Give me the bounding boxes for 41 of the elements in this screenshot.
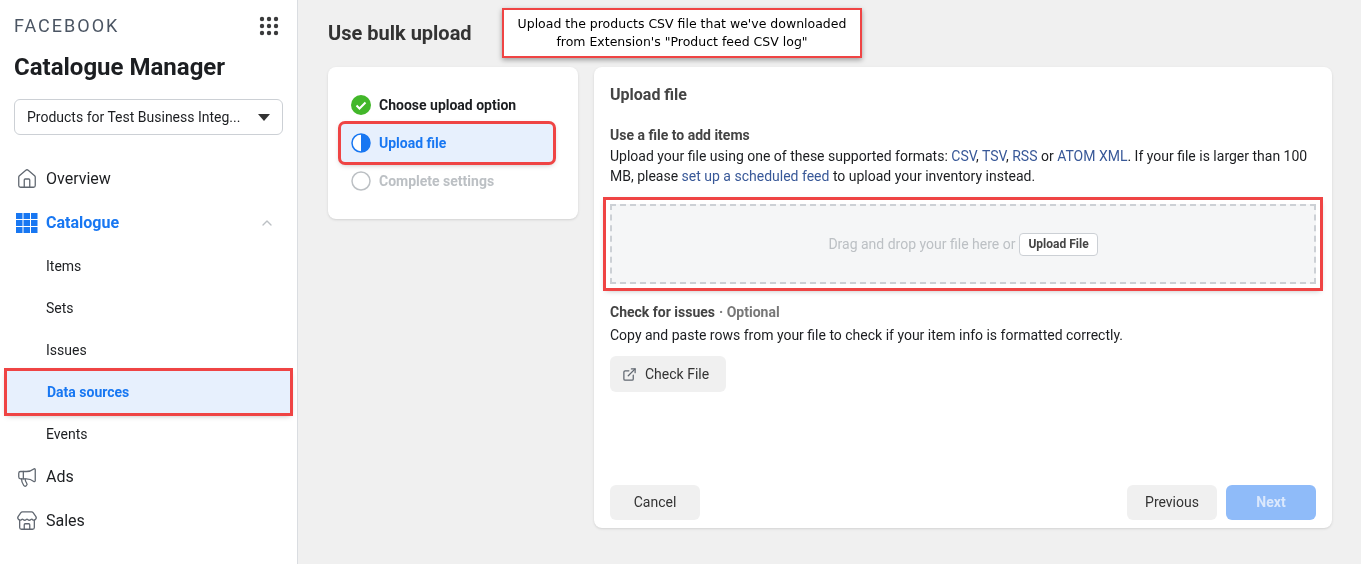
nav-subitem[interactable]: Data sources <box>7 371 290 413</box>
optional-label: · Optional <box>719 303 780 322</box>
annotation-text: from Extension's "Product feed CSV log" <box>556 33 808 51</box>
nav-subitem[interactable]: Sets <box>0 287 297 329</box>
grid-icon <box>16 213 38 233</box>
check-description: Copy and paste rows from your file to check if your item info is formatted correctly. <box>610 326 1124 345</box>
home-icon <box>16 168 38 190</box>
nav-subitem[interactable]: Events <box>0 413 297 455</box>
upload-file-button[interactable]: Upload File <box>1019 232 1098 256</box>
text-link[interactable]: RSS <box>1012 148 1038 164</box>
step-item[interactable]: Upload file <box>341 124 553 162</box>
nav-subitem[interactable]: Issues <box>0 329 297 371</box>
step-item[interactable]: Choose upload option <box>341 86 565 124</box>
text-link[interactable]: set up a scheduled feed <box>681 168 830 184</box>
megaphone-icon <box>16 466 38 488</box>
format-description: Upload your file using one of these supported formats: CSV, TSV, RSS or ATOM XML. If your file is larger than 100 MB, please set up a scheduled feed to upload your inventory instead. <box>610 147 1309 186</box>
brand-logo: FACEBOOK <box>14 14 120 38</box>
store-icon <box>16 510 38 532</box>
catalogue-selector[interactable]: Products for Test Business Integ... <box>14 99 283 135</box>
nav-item[interactable]: Sales <box>0 499 297 543</box>
page-title: Use bulk upload <box>328 20 472 47</box>
nav-subitem[interactable]: Items <box>0 245 297 287</box>
annotation-text: Upload the products CSV file that we've downloaded <box>517 15 847 33</box>
dropzone-text: Drag and drop your file here or <box>828 234 1016 254</box>
check-file-button[interactable]: Check File <box>610 356 726 392</box>
panel-title: Upload file <box>610 84 688 106</box>
cancel-button[interactable]: Cancel <box>610 485 700 520</box>
check-circle-icon <box>351 95 371 115</box>
app-title: Catalogue Manager <box>13 52 227 83</box>
text-link[interactable]: TSV <box>982 148 1006 164</box>
nav-item[interactable]: Overview <box>0 157 297 201</box>
section-heading: Use a file to add items <box>610 126 751 145</box>
apps-menu-icon[interactable] <box>259 15 279 36</box>
half-circle-icon <box>351 133 371 153</box>
external-link-icon <box>622 366 637 382</box>
nav-item[interactable]: Catalogue <box>0 201 297 245</box>
check-heading: Check for issues <box>610 303 715 322</box>
previous-button[interactable]: Previous <box>1127 485 1217 520</box>
empty-circle-icon <box>351 171 371 191</box>
caret-icon <box>258 113 270 121</box>
nav-item[interactable]: Ads <box>0 455 297 499</box>
